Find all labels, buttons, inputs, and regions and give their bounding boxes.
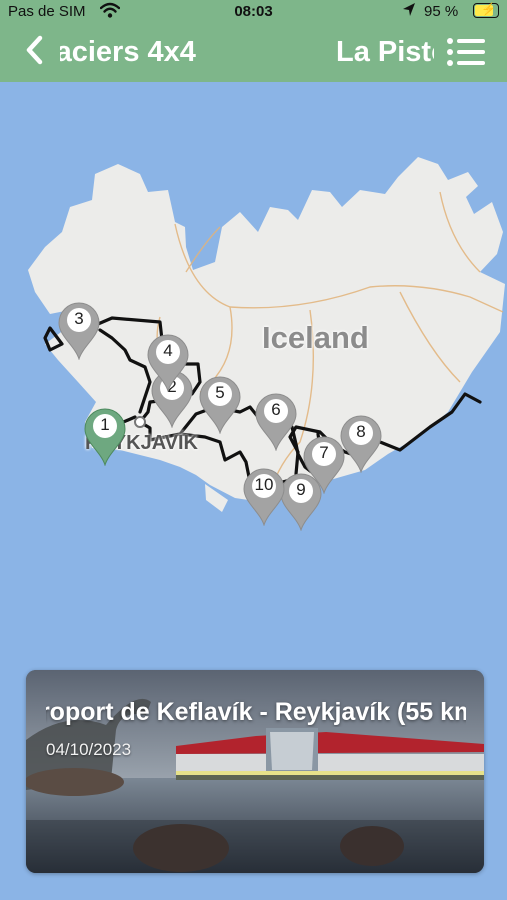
route-marker-number: 7 bbox=[319, 443, 329, 462]
route-marker[interactable]: 9 bbox=[280, 473, 322, 531]
start-marker-number: 1 bbox=[100, 415, 110, 434]
reykjavik-dot bbox=[134, 416, 146, 428]
track-title[interactable]: La Piste bbox=[336, 36, 434, 69]
chevron-left-icon bbox=[26, 35, 43, 65]
status-bar: Pas de SIM 08:03 95 % ⚡ bbox=[0, 0, 507, 24]
trip-title: Glaciers 4x4 bbox=[60, 36, 240, 69]
route-marker-number: 3 bbox=[74, 309, 84, 328]
route-marker[interactable]: 10 bbox=[243, 468, 285, 526]
stage-title: Aéroport de Keflavík - Reykjavík (55 km) bbox=[46, 698, 466, 727]
location-arrow-icon bbox=[403, 3, 415, 16]
route-marker[interactable]: 4 bbox=[147, 334, 189, 392]
country-label: Iceland bbox=[262, 320, 369, 355]
route-marker-number: 9 bbox=[296, 480, 306, 499]
route-marker[interactable]: 8 bbox=[340, 415, 382, 473]
route-marker-number: 5 bbox=[215, 383, 225, 402]
stage-date: 04/10/2023 bbox=[46, 740, 132, 759]
route-marker-number: 4 bbox=[163, 341, 173, 360]
stage-title-text: Aéroport de Keflavík - Reykjavík (55 km) bbox=[46, 698, 466, 726]
route-marker[interactable]: 5 bbox=[199, 376, 241, 434]
back-button[interactable] bbox=[24, 28, 44, 75]
charging-bolt-icon: ⚡ bbox=[481, 2, 496, 16]
battery-percentage: 95 % bbox=[424, 3, 459, 20]
route-marker[interactable]: 3 bbox=[58, 302, 100, 360]
route-marker-number: 8 bbox=[356, 422, 366, 441]
route-marker-number: 6 bbox=[271, 400, 281, 419]
route-marker[interactable]: 6 bbox=[255, 393, 297, 451]
start-marker[interactable]: 1 bbox=[84, 408, 126, 466]
trip-title-text: Glaciers 4x4 bbox=[60, 36, 196, 68]
track-title-text: La Piste bbox=[336, 36, 434, 68]
battery-icon: ⚡ bbox=[473, 2, 499, 18]
route-marker-number: 10 bbox=[254, 475, 274, 494]
navigation-bar: Glaciers 4x4 La Piste bbox=[0, 24, 507, 82]
stage-card[interactable]: Aéroport de Keflavík - Reykjavík (55 km)… bbox=[26, 670, 484, 873]
list-icon[interactable] bbox=[446, 36, 486, 68]
